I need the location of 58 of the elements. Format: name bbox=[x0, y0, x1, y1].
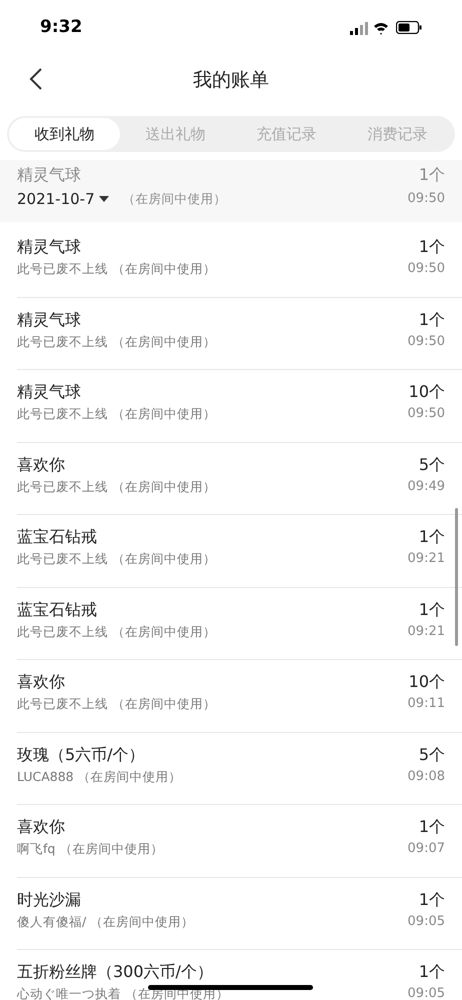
record-count: 1个 bbox=[418, 308, 445, 330]
record-name: 蓝宝石钻戒 bbox=[17, 526, 98, 548]
record-time: 09:05 bbox=[408, 985, 445, 1000]
record-time: 09:05 bbox=[408, 912, 445, 930]
record-count: 1个 bbox=[418, 888, 445, 910]
record-name: 喜欢你 bbox=[17, 671, 66, 693]
record-detail: 啊飞fq （在房间中使用） bbox=[17, 840, 164, 858]
record-count: 5个 bbox=[418, 454, 445, 476]
record-name: 精灵气球 bbox=[17, 308, 82, 330]
record-count: 10个 bbox=[408, 381, 445, 403]
record-time: 09:21 bbox=[408, 622, 445, 640]
record-name: 精灵气球 bbox=[17, 381, 82, 403]
record-time: 09:50 bbox=[408, 260, 445, 278]
record-count: 1个 bbox=[418, 236, 445, 258]
battery-icon bbox=[396, 21, 422, 34]
record-count: 1个 bbox=[418, 961, 445, 983]
signal-icon bbox=[350, 20, 368, 34]
record-detail: 此号已废不上线 （在房间中使用） bbox=[17, 332, 216, 350]
record-name: 蓝宝石钻戒 bbox=[17, 598, 98, 620]
record-detail: 此号已废不上线 （在房间中使用） bbox=[17, 478, 216, 496]
record-time: 09:08 bbox=[408, 768, 445, 786]
tab[interactable]: 充值记录 bbox=[231, 118, 342, 150]
record-time: 09:50 bbox=[408, 190, 445, 208]
record-count: 1个 bbox=[418, 816, 445, 838]
record-count: 10个 bbox=[408, 671, 445, 693]
record-time: 09:50 bbox=[408, 405, 445, 423]
record-name: 精灵气球 bbox=[17, 164, 82, 186]
record-name: 喜欢你 bbox=[17, 816, 66, 838]
record-name: 玫瑰（5六币/个） bbox=[17, 744, 146, 766]
record-detail: （在房间中使用） bbox=[122, 190, 227, 208]
record-detail: LUCA888 （在房间中使用） bbox=[17, 768, 182, 786]
tab[interactable]: 送出礼物 bbox=[120, 118, 231, 150]
date-picker[interactable]: 2021-10-7 bbox=[17, 188, 109, 210]
record-name: 五折粉丝牌（300六币/个） bbox=[17, 961, 214, 983]
record-count: 1个 bbox=[418, 526, 445, 548]
tab[interactable]: 收到礼物 bbox=[9, 118, 120, 150]
record-time: 09:11 bbox=[408, 695, 445, 713]
page-title: 我的账单 bbox=[193, 68, 269, 93]
record-name: 时光沙漏 bbox=[17, 888, 82, 910]
status-time: 9:32 bbox=[40, 16, 82, 39]
record-count: 1个 bbox=[418, 598, 445, 620]
record-count: 5个 bbox=[418, 744, 445, 766]
record-count: 1个 bbox=[418, 164, 445, 186]
record-name: 精灵气球 bbox=[17, 236, 82, 258]
caret-icon bbox=[98, 196, 109, 202]
record-detail: 此号已废不上线 （在房间中使用） bbox=[17, 622, 216, 640]
record-detail: 此号已废不上线 （在房间中使用） bbox=[17, 260, 216, 278]
record-detail: 此号已废不上线 （在房间中使用） bbox=[17, 695, 216, 713]
record-detail: 此号已废不上线 （在房间中使用） bbox=[17, 405, 216, 423]
record-name: 喜欢你 bbox=[17, 454, 66, 476]
wifi-icon bbox=[374, 20, 390, 34]
record-time: 09:21 bbox=[408, 550, 445, 568]
record-detail: 傻人有傻福/ （在房间中使用） bbox=[17, 912, 194, 930]
record-detail: 此号已废不上线 （在房间中使用） bbox=[17, 550, 216, 568]
record-time: 09:07 bbox=[408, 840, 445, 858]
tab[interactable]: 消费记录 bbox=[342, 118, 453, 150]
record-time: 09:50 bbox=[408, 332, 445, 350]
record-time: 09:49 bbox=[408, 478, 445, 496]
